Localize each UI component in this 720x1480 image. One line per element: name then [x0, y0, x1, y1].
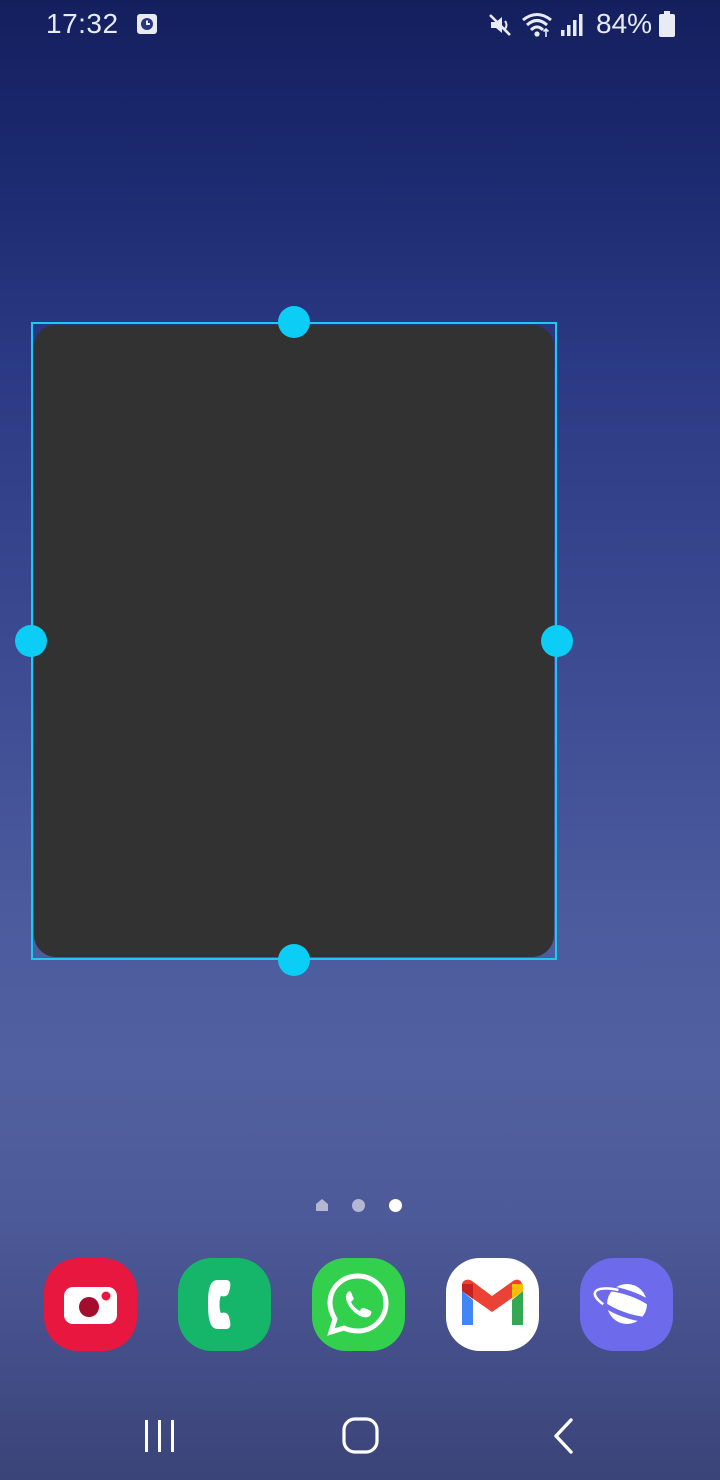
home-icon[interactable] [334, 1410, 386, 1462]
whatsapp-app[interactable] [312, 1258, 405, 1351]
internet-app[interactable] [580, 1258, 673, 1351]
whatsapp-icon [327, 1273, 389, 1336]
page-indicator-3-active[interactable] [389, 1199, 402, 1212]
phone-app[interactable] [178, 1258, 271, 1351]
home-page-indicator-icon[interactable] [314, 1197, 330, 1213]
recents-icon[interactable] [134, 1410, 186, 1462]
battery-percent: 84% [596, 8, 653, 39]
gmail-icon [462, 1279, 523, 1325]
wifi-icon [522, 13, 552, 37]
internet-planet-icon [592, 1284, 662, 1324]
phone-icon [208, 1280, 231, 1329]
camera-icon [64, 1287, 117, 1324]
alarm-icon [137, 14, 157, 34]
status-time: 17:32 [46, 8, 119, 39]
resize-handle-right[interactable] [541, 625, 573, 657]
mute-icon [489, 14, 511, 36]
resize-handle-top[interactable] [278, 306, 310, 338]
signal-icon [561, 14, 583, 36]
status-bar: 17:32 84% [0, 0, 720, 52]
back-icon[interactable] [538, 1410, 590, 1462]
widget-resize-frame[interactable] [31, 322, 557, 960]
battery-icon [659, 11, 675, 37]
gmail-app[interactable] [446, 1258, 539, 1351]
page-indicator-2[interactable] [352, 1199, 365, 1212]
camera-app[interactable] [44, 1258, 137, 1351]
resize-handle-bottom[interactable] [278, 944, 310, 976]
resize-handle-left[interactable] [15, 625, 47, 657]
